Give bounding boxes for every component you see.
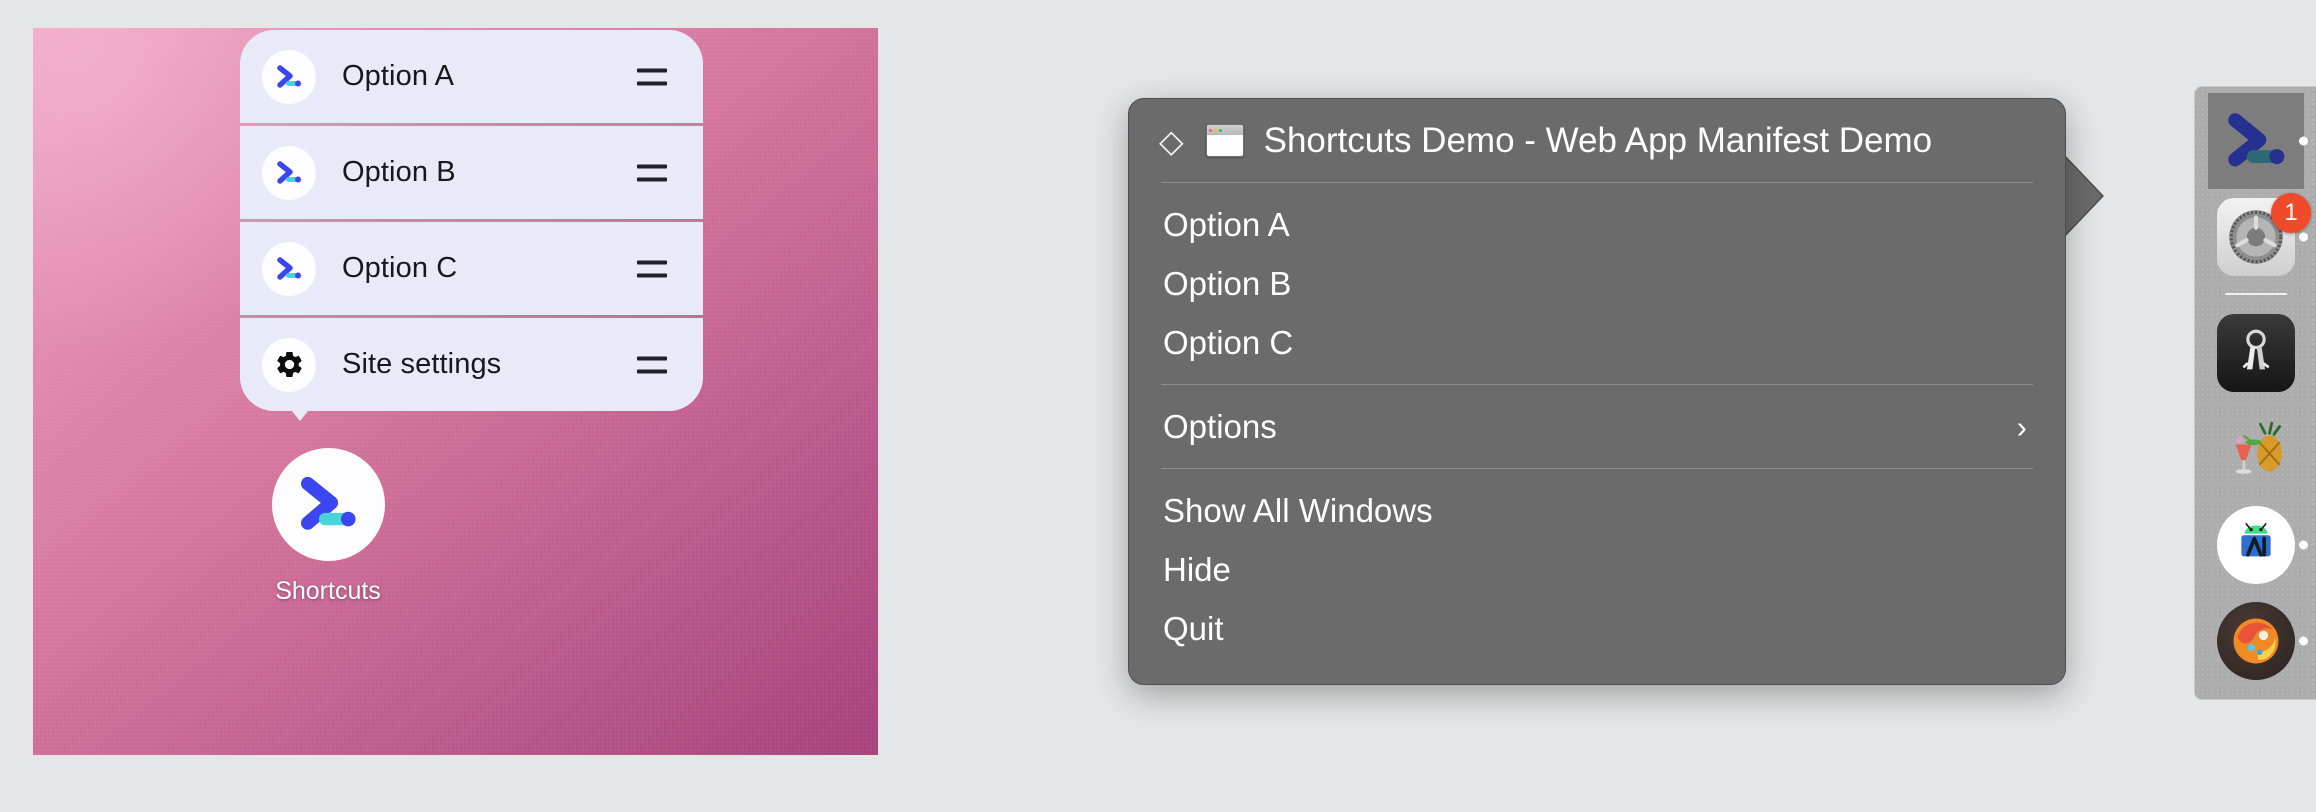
context-menu-header: ◇ Shortcuts Demo - Web App Manifest Demo: [1129, 99, 2065, 182]
shortcuts-app-icon: [262, 242, 316, 296]
menu-item-options-label: Options: [1163, 408, 1277, 446]
firefox-icon[interactable]: [2217, 602, 2295, 680]
shortcuts-app-icon: [262, 50, 316, 104]
shortcut-item-option-b[interactable]: Option B: [240, 126, 703, 219]
shortcut-item-site-settings[interactable]: Site settings: [240, 318, 703, 411]
dock-item-android-studio[interactable]: [2195, 497, 2316, 593]
popup-pointer-tail: [283, 400, 317, 421]
android-studio-icon[interactable]: [2217, 506, 2295, 584]
android-wallpaper-panel: Option A Option B: [33, 28, 878, 755]
screen: Option A Option B: [0, 0, 2316, 812]
shortcut-item-label: Option B: [342, 156, 456, 189]
macos-dock: 1: [2194, 86, 2316, 700]
context-menu-body: ◇ Shortcuts Demo - Web App Manifest Demo…: [1128, 98, 2066, 685]
drag-handle-icon[interactable]: [637, 68, 667, 85]
shortcut-item-label: Option C: [342, 252, 457, 285]
running-indicator-dot: [2299, 137, 2308, 146]
context-menu-pointer: [2060, 152, 2102, 240]
home-screen-app-shortcuts[interactable]: Shortcuts: [233, 448, 423, 606]
running-indicator-dot: [2299, 637, 2308, 646]
menu-item-option-b[interactable]: Option B: [1129, 254, 2065, 313]
running-indicator-dot: [2299, 541, 2308, 550]
window-icon: [1206, 124, 1244, 157]
dock-item-firefox[interactable]: [2195, 593, 2316, 689]
keychain-keys-icon[interactable]: [2217, 314, 2295, 392]
running-indicator-dot: [2299, 233, 2308, 242]
menu-group-window-actions: Show All Windows Hide Quit: [1129, 469, 2065, 670]
dock-item-shortcuts[interactable]: [2195, 93, 2316, 189]
drag-handle-icon[interactable]: [637, 164, 667, 181]
menu-item-option-c[interactable]: Option C: [1129, 313, 2065, 372]
shortcuts-app-icon[interactable]: [2208, 93, 2304, 189]
menu-item-quit[interactable]: Quit: [1129, 599, 2065, 658]
shortcuts-app-icon: [262, 146, 316, 200]
menu-item-option-a[interactable]: Option A: [1129, 195, 2065, 254]
notification-badge: 1: [2271, 193, 2311, 233]
context-menu-title: Shortcuts Demo - Web App Manifest Demo: [1264, 121, 1933, 161]
menu-group-shortcuts: Option A Option B Option C: [1129, 183, 2065, 384]
menu-item-hide[interactable]: Hide: [1129, 540, 2065, 599]
shortcut-item-label: Option A: [342, 60, 454, 93]
menu-item-options[interactable]: Options ›: [1129, 397, 2065, 456]
drag-handle-icon[interactable]: [637, 356, 667, 373]
gear-icon: [262, 338, 316, 392]
dock-item-keychain-access[interactable]: [2195, 305, 2316, 401]
dock-context-menu: ◇ Shortcuts Demo - Web App Manifest Demo…: [1128, 98, 2066, 685]
dock-divider: [2225, 293, 2287, 295]
app-shortcuts-menu: Option A Option B: [240, 30, 703, 411]
shortcut-item-label: Site settings: [342, 348, 501, 381]
shortcut-item-option-a[interactable]: Option A: [240, 30, 703, 123]
chevron-right-icon: ›: [2017, 411, 2027, 442]
app-launcher-label: Shortcuts: [233, 577, 423, 606]
dock-item-preview[interactable]: [2195, 401, 2316, 497]
drag-handle-icon[interactable]: [637, 260, 667, 277]
diamond-icon: ◇: [1159, 125, 1184, 157]
dock-item-system-settings[interactable]: 1: [2195, 189, 2316, 285]
shortcut-item-option-c[interactable]: Option C: [240, 222, 703, 315]
shortcuts-app-icon[interactable]: [272, 448, 385, 561]
menu-item-show-all-windows[interactable]: Show All Windows: [1129, 481, 2065, 540]
preview-pineapple-icon[interactable]: [2217, 410, 2295, 488]
menu-group-options: Options ›: [1129, 385, 2065, 468]
